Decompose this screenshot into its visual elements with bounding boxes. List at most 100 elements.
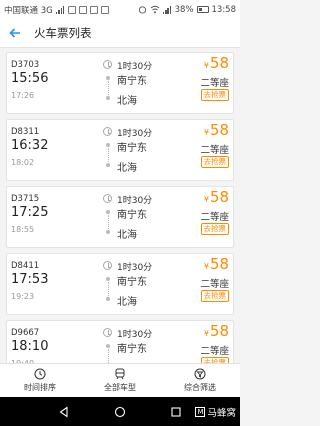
departure-time: 15:56 bbox=[11, 71, 49, 86]
seat-type: 二等座 bbox=[200, 145, 229, 156]
train-code: D9667 bbox=[11, 328, 40, 338]
seat-type: 二等座 bbox=[200, 212, 229, 223]
duration: 1时30分 bbox=[117, 330, 153, 340]
clock-icon bbox=[103, 60, 112, 69]
grab-ticket-button[interactable]: 去抢票 bbox=[200, 290, 229, 302]
departure-time: 17:25 bbox=[11, 205, 49, 220]
duration: 1时30分 bbox=[117, 263, 153, 273]
currency-symbol: ¥ bbox=[203, 128, 209, 137]
train-card[interactable]: D8411 17:53 19:23 1时30分 南宁东 北海 ¥58 二等座 去… bbox=[6, 253, 234, 315]
destination-dot bbox=[106, 96, 110, 100]
train-card[interactable]: D3715 17:25 18:55 1时30分 南宁东 北海 ¥58 二等座 去… bbox=[6, 186, 234, 248]
currency-symbol: ¥ bbox=[203, 61, 209, 70]
train-code: D8311 bbox=[11, 127, 40, 137]
price-value: 58 bbox=[209, 322, 229, 340]
currency-symbol: ¥ bbox=[203, 262, 209, 271]
departure-time: 18:10 bbox=[11, 339, 49, 354]
signal-icon bbox=[55, 5, 65, 14]
duration: 1时30分 bbox=[117, 129, 153, 139]
origin-station: 南宁东 bbox=[117, 210, 147, 221]
price-value: 58 bbox=[209, 54, 229, 72]
origin-dot bbox=[106, 277, 110, 281]
notification-icon bbox=[100, 5, 109, 14]
wifi-icon bbox=[150, 5, 159, 14]
train-icon bbox=[115, 368, 125, 380]
departure-time: 17:53 bbox=[11, 272, 49, 287]
page-title: 火车票列表 bbox=[34, 26, 92, 40]
origin-station: 南宁东 bbox=[117, 344, 147, 355]
route-line bbox=[107, 282, 109, 296]
origin-dot bbox=[106, 143, 110, 147]
notification-icon bbox=[67, 5, 76, 14]
route-line bbox=[107, 349, 109, 363]
train-type-label: 全部车型 bbox=[104, 383, 136, 392]
destination-station: 北海 bbox=[117, 297, 137, 308]
filter-icon bbox=[194, 368, 206, 380]
train-card[interactable]: D3703 15:56 17:26 1时30分 南宁东 北海 ¥58 二等座 去… bbox=[6, 52, 234, 114]
clock-icon bbox=[103, 127, 112, 136]
destination-dot bbox=[106, 163, 110, 167]
home-circle-icon[interactable] bbox=[114, 406, 126, 418]
clock-icon bbox=[34, 368, 46, 380]
recent-apps-icon[interactable] bbox=[170, 406, 182, 418]
route-line bbox=[107, 215, 109, 229]
origin-dot bbox=[106, 76, 110, 80]
watermark-text: 马蜂窝 bbox=[207, 408, 236, 419]
train-code: D3715 bbox=[11, 194, 40, 204]
grab-ticket-button[interactable]: 去抢票 bbox=[200, 223, 229, 235]
destination-station: 北海 bbox=[117, 163, 137, 174]
destination-station: 北海 bbox=[117, 96, 137, 107]
filter-button[interactable]: 综合筛选 bbox=[160, 364, 240, 397]
notification-icon bbox=[78, 5, 87, 14]
price: ¥58 bbox=[204, 121, 229, 139]
origin-station: 南宁东 bbox=[117, 76, 147, 87]
alarm-icon bbox=[138, 6, 146, 14]
train-type-button[interactable]: 全部车型 bbox=[80, 364, 160, 397]
watermark: M 马蜂窝 bbox=[195, 405, 236, 419]
signal-icon bbox=[162, 5, 172, 14]
notification-icon bbox=[89, 5, 98, 14]
seat-type: 二等座 bbox=[200, 279, 229, 290]
price: ¥58 bbox=[204, 188, 229, 206]
seat-type: 二等座 bbox=[200, 78, 229, 89]
clock-icon bbox=[103, 261, 112, 270]
route-line bbox=[107, 148, 109, 162]
sort-by-time-button[interactable]: 时间排序 bbox=[0, 364, 80, 397]
bottom-toolbar: 时间排序 全部车型 综合筛选 bbox=[0, 363, 240, 397]
route-line bbox=[107, 81, 109, 95]
app-header: 火车票列表 bbox=[0, 19, 240, 48]
clock-icon bbox=[103, 328, 112, 337]
train-list: D3703 15:56 17:26 1时30分 南宁东 北海 ¥58 二等座 去… bbox=[0, 52, 240, 387]
duration: 1时30分 bbox=[117, 196, 153, 206]
arrival-time: 17:26 bbox=[11, 91, 35, 100]
carrier-label: 中国联通 3G bbox=[4, 5, 53, 16]
battery-level: 38% bbox=[174, 4, 194, 15]
origin-dot bbox=[106, 344, 110, 348]
arrival-time: 19:23 bbox=[11, 292, 35, 301]
duration: 1时30分 bbox=[117, 62, 153, 72]
seat-type: 二等座 bbox=[200, 346, 229, 357]
clock: 13:58 bbox=[211, 4, 237, 15]
price: ¥58 bbox=[204, 255, 229, 273]
back-triangle-icon[interactable] bbox=[58, 405, 70, 418]
origin-dot bbox=[106, 210, 110, 214]
grab-ticket-button[interactable]: 去抢票 bbox=[200, 156, 229, 168]
destination-station: 北海 bbox=[117, 230, 137, 241]
train-code: D8411 bbox=[11, 261, 40, 271]
currency-symbol: ¥ bbox=[203, 329, 209, 338]
departure-time: 16:32 bbox=[11, 138, 49, 153]
destination-dot bbox=[106, 297, 110, 301]
price: ¥58 bbox=[204, 54, 229, 72]
price: ¥58 bbox=[204, 322, 229, 340]
origin-station: 南宁东 bbox=[117, 143, 147, 154]
back-button[interactable] bbox=[0, 19, 30, 48]
price-value: 58 bbox=[209, 188, 229, 206]
status-bar: 中国联通 3G 38% 13:58 bbox=[0, 0, 240, 19]
arrival-time: 18:55 bbox=[11, 225, 35, 234]
currency-symbol: ¥ bbox=[203, 195, 209, 204]
filter-label: 综合筛选 bbox=[184, 383, 216, 392]
destination-dot bbox=[106, 230, 110, 234]
grab-ticket-button[interactable]: 去抢票 bbox=[200, 89, 229, 101]
mafengwo-logo-icon: M bbox=[195, 407, 206, 417]
train-card[interactable]: D8311 16:32 18:02 1时30分 南宁东 北海 ¥58 二等座 去… bbox=[6, 119, 234, 181]
